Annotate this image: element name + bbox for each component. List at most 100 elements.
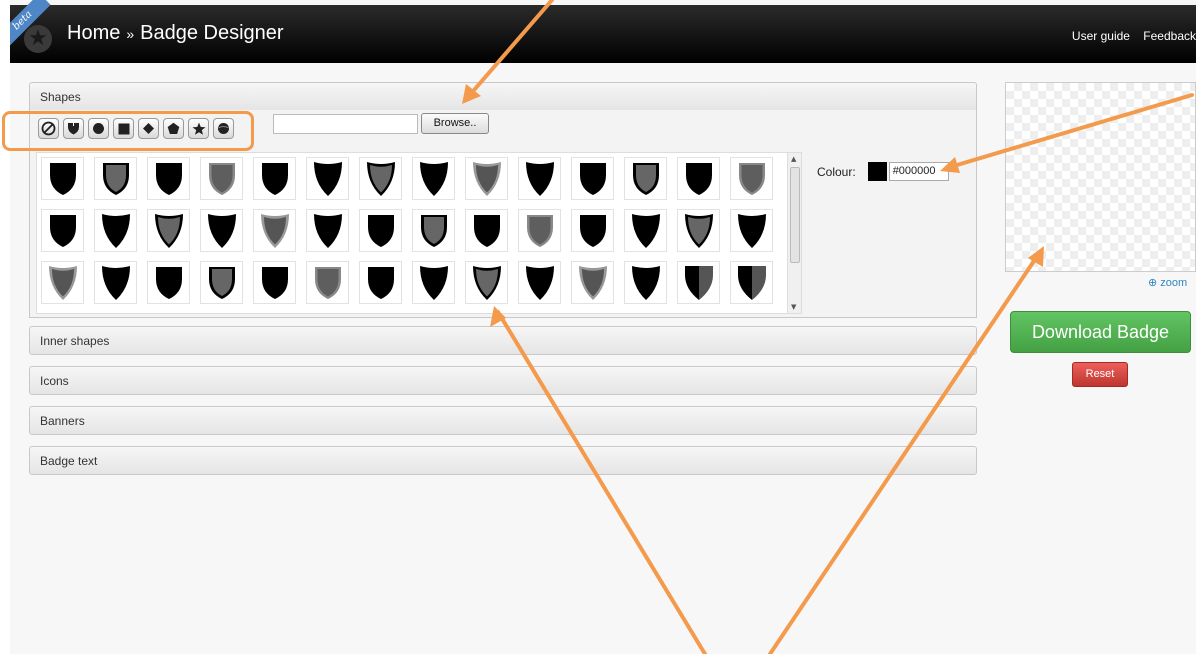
shape-option[interactable] <box>147 209 190 252</box>
badge-text-section-header[interactable]: Badge text <box>29 446 977 475</box>
pentagon-icon <box>167 122 180 134</box>
shield-shape-icon <box>631 213 660 248</box>
shape-option[interactable] <box>94 261 137 304</box>
shape-option[interactable] <box>306 157 349 200</box>
shape-option[interactable] <box>677 209 720 252</box>
filter-circle-button[interactable] <box>88 118 109 139</box>
reset-button[interactable]: Reset <box>1072 362 1128 387</box>
shape-option[interactable] <box>465 157 508 200</box>
shape-option[interactable] <box>412 209 455 252</box>
shape-option[interactable] <box>624 157 667 200</box>
shape-option[interactable] <box>624 209 667 252</box>
upload-file-input[interactable] <box>273 114 418 134</box>
shield-icon <box>68 123 79 135</box>
colour-label: Colour: <box>817 164 856 179</box>
shape-option[interactable] <box>253 157 296 200</box>
shield-shape-icon <box>420 214 447 247</box>
colour-swatch[interactable] <box>867 162 887 181</box>
shape-option[interactable] <box>94 209 137 252</box>
browse-button[interactable]: Browse.. <box>421 113 489 134</box>
shape-option[interactable] <box>730 261 773 304</box>
filter-none-button[interactable] <box>38 118 59 139</box>
shield-shape-icon <box>737 265 766 300</box>
shape-option[interactable] <box>571 157 614 200</box>
shape-gallery-scrollbar[interactable]: ▲ ▼ <box>787 153 801 313</box>
shape-option[interactable] <box>677 157 720 200</box>
shield-shape-icon <box>261 266 288 299</box>
shape-option[interactable] <box>306 261 349 304</box>
shield-shape-icon <box>49 214 76 247</box>
shield-shape-icon <box>684 213 713 248</box>
download-badge-button[interactable]: Download Badge <box>1010 311 1191 353</box>
colour-picker: Colour: #000000 <box>817 162 949 181</box>
shield-shape-icon <box>313 213 342 248</box>
shape-option[interactable] <box>253 209 296 252</box>
shape-option[interactable] <box>41 209 84 252</box>
shape-option[interactable] <box>412 261 455 304</box>
shield-shape-icon <box>261 162 288 195</box>
shape-option[interactable] <box>359 157 402 200</box>
shapes-panel: Browse.. ▲ ▼ Colour: #000000 <box>29 110 977 318</box>
inner-shapes-section-header[interactable]: Inner shapes <box>29 326 977 355</box>
shape-option[interactable] <box>147 157 190 200</box>
top-bar: beta ★ Home» Badge Designer User guide Fe… <box>10 0 1196 63</box>
shape-option[interactable] <box>571 209 614 252</box>
zoom-link[interactable]: ⊕ zoom <box>1148 276 1187 289</box>
shape-option[interactable] <box>359 209 402 252</box>
colour-hex-input[interactable]: #000000 <box>888 162 949 181</box>
shape-option[interactable] <box>518 209 561 252</box>
shape-option[interactable] <box>94 157 137 200</box>
filter-star-button[interactable] <box>188 118 209 139</box>
shield-shape-icon <box>738 162 765 195</box>
filter-square-button[interactable] <box>113 118 134 139</box>
shape-option[interactable] <box>306 209 349 252</box>
scroll-up-icon[interactable]: ▲ <box>791 155 796 163</box>
shape-option[interactable] <box>677 261 720 304</box>
shape-option[interactable] <box>624 261 667 304</box>
scroll-down-icon[interactable]: ▼ <box>791 303 796 311</box>
shield-shape-icon <box>472 265 501 300</box>
breadcrumb-home[interactable]: Home <box>67 22 120 44</box>
shield-shape-icon <box>101 213 130 248</box>
shield-shape-icon <box>367 266 394 299</box>
shapes-section-header[interactable]: Shapes <box>29 82 977 111</box>
shape-option[interactable] <box>359 261 402 304</box>
shape-option[interactable] <box>465 261 508 304</box>
filter-diamond-button[interactable] <box>138 118 159 139</box>
shape-option[interactable] <box>200 209 243 252</box>
shield-shape-icon <box>419 161 448 196</box>
shape-option[interactable] <box>200 157 243 200</box>
shape-option[interactable] <box>41 261 84 304</box>
shape-option[interactable] <box>465 209 508 252</box>
diamond-icon <box>143 123 154 134</box>
breadcrumb: Home » Badge Designer <box>67 22 284 45</box>
shape-option[interactable] <box>730 157 773 200</box>
shield-shape-icon <box>419 265 448 300</box>
shield-shape-icon <box>632 162 659 195</box>
icons-section-header[interactable]: Icons <box>29 366 977 395</box>
shape-option[interactable] <box>200 261 243 304</box>
scroll-thumb[interactable] <box>790 167 800 263</box>
shield-shape-icon <box>685 162 712 195</box>
shape-option[interactable] <box>518 261 561 304</box>
filter-pentagon-button[interactable] <box>163 118 184 139</box>
banners-section-header[interactable]: Banners <box>29 406 977 435</box>
user-guide-link[interactable]: User guide <box>1072 29 1130 43</box>
shape-option[interactable] <box>730 209 773 252</box>
shape-option[interactable] <box>412 157 455 200</box>
page: beta ★ Home» Badge Designer User guide Fe… <box>10 0 1196 654</box>
shield-shape-icon <box>48 265 77 300</box>
shape-option[interactable] <box>518 157 561 200</box>
shape-option[interactable] <box>571 261 614 304</box>
shield-shape-icon <box>155 266 182 299</box>
shield-shape-icon <box>525 265 554 300</box>
shape-option[interactable] <box>253 261 296 304</box>
square-icon <box>118 123 129 134</box>
filter-sphere-button[interactable] <box>213 118 234 139</box>
shape-option[interactable] <box>41 157 84 200</box>
shield-shape-icon <box>208 162 235 195</box>
shield-shape-icon <box>208 266 235 299</box>
filter-shield-button[interactable] <box>63 118 84 139</box>
feedback-link[interactable]: Feedback <box>1143 29 1196 43</box>
shape-option[interactable] <box>147 261 190 304</box>
